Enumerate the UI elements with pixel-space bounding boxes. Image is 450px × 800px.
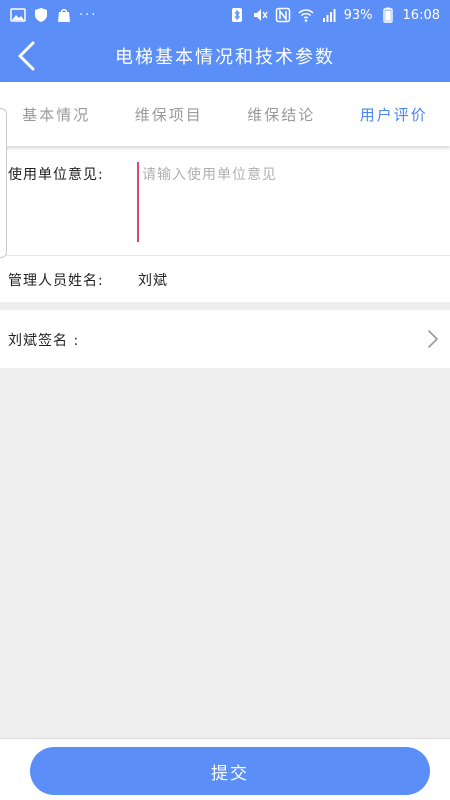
status-bar-left: ··· — [10, 7, 97, 23]
chevron-right-icon — [426, 328, 440, 350]
status-bar: ··· 93% 16:08 — [0, 0, 450, 30]
manager-name-row: 管理人员姓名: 刘斌 — [0, 256, 450, 302]
opinion-label: 使用单位意见: — [8, 167, 104, 183]
back-button[interactable] — [8, 38, 44, 74]
clock: 16:08 — [402, 7, 440, 23]
evaluation-form: 使用单位意见: 管理人员姓名: 刘斌 刘斌签名 : — [0, 146, 450, 368]
more-notifications: ··· — [79, 7, 98, 23]
wifi-icon — [298, 7, 314, 23]
app-header: 电梯基本情况和技术参数 — [0, 30, 450, 82]
status-bar-right: 93% 16:08 — [229, 7, 440, 23]
manager-name-label: 管理人员姓名: — [8, 273, 104, 289]
battery-icon — [380, 7, 396, 23]
mute-icon — [252, 7, 268, 23]
page-title: 电梯基本情况和技术参数 — [115, 47, 335, 68]
shield-icon — [33, 7, 49, 23]
submit-button[interactable]: 提交 — [30, 747, 430, 795]
signature-row[interactable]: 刘斌签名 : — [0, 310, 450, 368]
signature-label: 刘斌签名 : — [8, 333, 80, 349]
bluetooth-icon — [229, 7, 245, 23]
tab-maintenance-conclusion[interactable]: 维保结论 — [225, 104, 338, 125]
tab-maintenance-items[interactable]: 维保项目 — [113, 104, 226, 125]
bottom-bar: 提交 — [0, 738, 450, 800]
tab-user-evaluation[interactable]: 用户评价 — [338, 104, 450, 125]
signal-icon — [321, 7, 337, 23]
battery-percent: 93% — [343, 7, 373, 23]
tab-bar: 基本情况 维保项目 维保结论 用户评价 — [0, 82, 450, 146]
nfc-icon — [275, 7, 291, 23]
side-drawer-handle[interactable] — [0, 108, 7, 258]
section-divider — [0, 302, 450, 310]
manager-name-value: 刘斌 — [138, 273, 168, 289]
gallery-icon — [10, 7, 26, 23]
opinion-input[interactable] — [137, 162, 437, 242]
back-arrow-icon — [18, 41, 35, 71]
opinion-row: 使用单位意见: — [0, 146, 450, 256]
bag-icon — [56, 7, 72, 23]
tab-basic-info[interactable]: 基本情况 — [0, 104, 113, 125]
